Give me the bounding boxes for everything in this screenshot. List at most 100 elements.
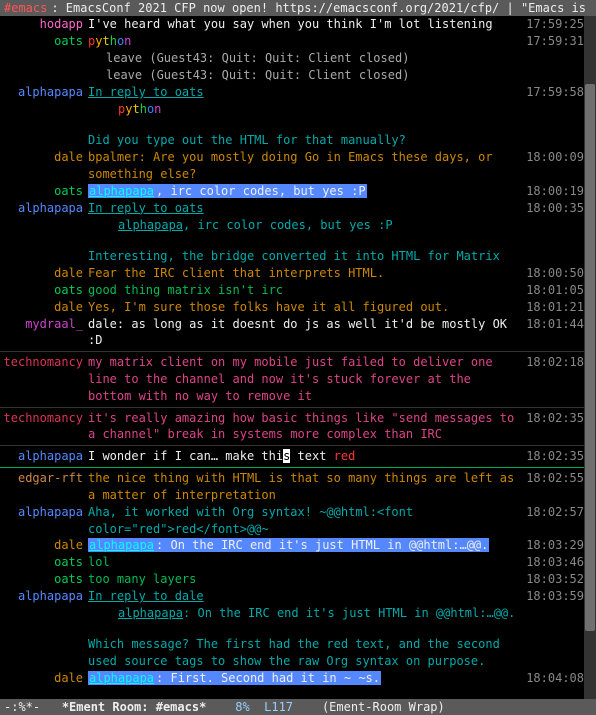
chat-row: daleFear the IRC client that interprets … bbox=[0, 265, 584, 282]
rainbow-text: python bbox=[118, 102, 161, 116]
nick: hodapp bbox=[0, 16, 86, 33]
timestamp: 18:01:05 bbox=[520, 282, 584, 299]
nick: technomancy bbox=[0, 410, 86, 427]
modeline-buffer: *Ement Room: #emacs* bbox=[62, 700, 207, 714]
message-text: alphapapa: On the IRC end it's just HTML… bbox=[86, 605, 520, 622]
link[interactable]: alphapapa bbox=[88, 671, 155, 685]
timestamp: 18:02:55 bbox=[520, 470, 584, 487]
message-text: Which message? The first had the red tex… bbox=[86, 636, 520, 670]
timestamp: 18:00:50 bbox=[520, 265, 584, 282]
chat-row: oatslol18:03:46 bbox=[0, 554, 584, 571]
nick: dale bbox=[0, 265, 86, 282]
timestamp: 18:02:57 bbox=[520, 504, 584, 521]
chat-row: alphapapaIn reply to oats18:00:35 bbox=[0, 200, 584, 217]
chat-row: oatstoo many layers18:03:52 bbox=[0, 571, 584, 588]
chat-row: technomancymy matrix client on my mobile… bbox=[0, 354, 584, 404]
chat-row: edgar-rftthe nice thing with HTML is tha… bbox=[0, 470, 584, 504]
mode-line: -:%*- *Ement Room: #emacs* 8% L117 (Emen… bbox=[0, 699, 596, 715]
message-text: dale: as long as it doesnt do js as well… bbox=[86, 316, 520, 350]
message-text: lol bbox=[86, 554, 520, 571]
nick: edgar-rft bbox=[0, 470, 86, 487]
chat-row: hodappI've heard what you say when you t… bbox=[0, 16, 584, 33]
message-text: I wonder if I can… make this text red bbox=[86, 448, 520, 465]
timestamp: 17:59:25 bbox=[520, 16, 584, 33]
chat-row: dalealphapapa: First. Second had it in ~… bbox=[0, 670, 584, 687]
link[interactable]: In reply to bbox=[88, 201, 175, 215]
message-text: my matrix client on my mobile just faile… bbox=[86, 354, 520, 404]
nick: dale bbox=[0, 299, 86, 316]
chat-row: dalebpalmer: Are you mostly doing Go in … bbox=[0, 149, 584, 183]
nick: dale bbox=[0, 149, 86, 166]
message-text: In reply to oats bbox=[86, 200, 520, 217]
link[interactable]: In reply to bbox=[88, 589, 175, 603]
chat-row: dalealphapapa: On the IRC end it's just … bbox=[0, 537, 584, 554]
timestamp: 18:00:19 bbox=[520, 183, 584, 200]
chat-row: alphapapaIn reply to dale18:03:59 bbox=[0, 588, 584, 605]
chat-log[interactable]: hodappI've heard what you say when you t… bbox=[0, 16, 584, 699]
window-title-bar: #emacs : EmacsConf 2021 CFP now open! ht… bbox=[0, 0, 596, 16]
message-text: too many layers bbox=[86, 571, 520, 588]
message-text: Did you type out the HTML for that manua… bbox=[86, 132, 520, 149]
message-text: python bbox=[86, 101, 520, 118]
timestamp: 18:01:44 bbox=[520, 316, 584, 333]
nick: oats bbox=[0, 554, 86, 571]
chat-row: mydraal_dale: as long as it doesnt do js… bbox=[0, 316, 584, 350]
chat-row: alphapapa, irc color codes, but yes :P bbox=[0, 217, 584, 234]
chat-row: Which message? The first had the red tex… bbox=[0, 636, 584, 670]
message-text: Yes, I'm sure those folks have it all fi… bbox=[86, 299, 520, 316]
nick: dale bbox=[0, 670, 86, 687]
timestamp: 17:59:58 bbox=[520, 84, 584, 101]
timestamp: 18:04:08 bbox=[520, 670, 584, 687]
link[interactable]: alphapapa bbox=[118, 606, 183, 620]
scroll-thumb[interactable] bbox=[585, 84, 595, 630]
chat-row: alphapapa: On the IRC end it's just HTML… bbox=[0, 605, 584, 622]
link[interactable]: alphapapa bbox=[88, 184, 155, 198]
link[interactable]: dale bbox=[175, 589, 204, 603]
message-text: Interesting, the bridge converted it int… bbox=[86, 248, 520, 265]
timestamp: 18:02:35 bbox=[520, 410, 584, 427]
modeline-status: -:%*- bbox=[4, 700, 40, 714]
timestamp: 18:02:35 bbox=[520, 448, 584, 465]
nick: dale bbox=[0, 537, 86, 554]
message-text: Fear the IRC client that interprets HTML… bbox=[86, 265, 520, 282]
timestamp: 17:59:31 bbox=[520, 33, 584, 50]
chat-row: daleYes, I'm sure those folks have it al… bbox=[0, 299, 584, 316]
channel-name: #emacs bbox=[4, 0, 47, 16]
chat-row: Did you type out the HTML for that manua… bbox=[0, 132, 584, 149]
nick: oats bbox=[0, 571, 86, 588]
nick: technomancy bbox=[0, 354, 86, 371]
message-text: I've heard what you say when you think I… bbox=[86, 16, 520, 33]
nick: oats bbox=[0, 183, 86, 200]
chat-row: oatsalphapapa, irc color codes, but yes … bbox=[0, 183, 584, 200]
rainbow-text: python bbox=[88, 34, 131, 48]
modeline-line: L117 bbox=[264, 700, 293, 714]
nick: oats bbox=[0, 33, 86, 50]
link[interactable]: oats bbox=[175, 85, 204, 99]
chat-row: leave (Guest43: Quit: Quit: Client close… bbox=[0, 50, 584, 67]
timestamp: 18:03:29 bbox=[520, 537, 584, 554]
link[interactable]: alphapapa bbox=[88, 538, 155, 552]
link[interactable]: alphapapa bbox=[118, 218, 183, 232]
message-text: In reply to oats bbox=[86, 84, 520, 101]
nick: alphapapa bbox=[0, 84, 86, 101]
chat-row: technomancyit's really amazing how basic… bbox=[0, 410, 584, 444]
channel-topic: : EmacsConf 2021 CFP now open! https://e… bbox=[47, 0, 592, 16]
nick: alphapapa bbox=[0, 200, 86, 217]
scrollbar[interactable] bbox=[584, 16, 596, 699]
message-text: alphapapa: First. Second had it in ~ ~s. bbox=[86, 670, 520, 687]
chat-row: alphapapaI wonder if I can… make this te… bbox=[0, 448, 584, 465]
message-text: leave (Guest43: Quit: Quit: Client close… bbox=[86, 50, 520, 67]
chat-row: leave (Guest43: Quit: Quit: Client close… bbox=[0, 67, 584, 84]
timestamp: 18:00:09 bbox=[520, 149, 584, 166]
link[interactable]: oats bbox=[175, 201, 204, 215]
modeline-pos: 8% bbox=[235, 700, 249, 714]
chat-row: alphapapaAha, it worked with Org syntax!… bbox=[0, 504, 584, 538]
nick: mydraal_ bbox=[0, 316, 86, 333]
chat-row: oatsgood thing matrix isn't irc18:01:05 bbox=[0, 282, 584, 299]
nick: oats bbox=[0, 282, 86, 299]
link[interactable]: In reply to bbox=[88, 85, 175, 99]
timestamp: 18:03:59 bbox=[520, 588, 584, 605]
timestamp: 18:03:46 bbox=[520, 554, 584, 571]
timestamp: 18:03:52 bbox=[520, 571, 584, 588]
message-text: Aha, it worked with Org syntax! ~@@html:… bbox=[86, 504, 520, 538]
